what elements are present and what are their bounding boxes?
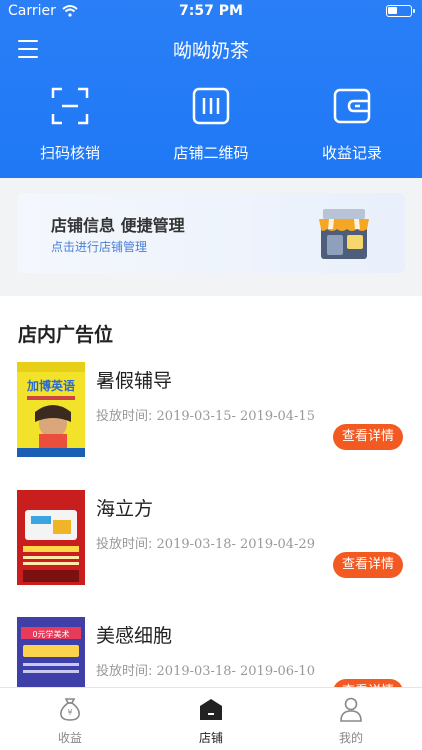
tab-bar: ¥ 收益 店铺 我的 [0, 687, 422, 750]
scan-verify-button[interactable]: 扫码核销 [10, 86, 130, 163]
ad-thumbnail[interactable] [17, 490, 85, 585]
ad-item: 加博英语 暑假辅导 投放时间: 2019-03-15- 2019-04-15 查… [0, 362, 422, 462]
battery-icon [386, 5, 415, 17]
shop-qrcode-button[interactable]: 店铺二维码 [151, 86, 271, 163]
ad-name: 美感细胞 [96, 625, 173, 647]
thumb-text: 0元学美术 [32, 629, 69, 639]
qrcode-icon [192, 87, 230, 125]
page-title: 呦呦奶茶 [172, 40, 249, 62]
tab-label: 收益 [57, 731, 82, 745]
shop-icon [200, 699, 222, 720]
ad-period: 投放时间: 2019-03-18- 2019-06-10 [96, 664, 315, 679]
tab-shop[interactable]: 店铺 [161, 696, 261, 746]
income-record-button[interactable]: 收益记录 [292, 86, 412, 163]
shop-info-card[interactable]: 店铺信息 便捷管理 点击进行店铺管理 [17, 193, 405, 273]
status-time: 7:57 PM [179, 3, 243, 19]
ad-thumbnail[interactable]: 加博英语 [17, 362, 85, 457]
ad-item: 海立方 投放时间: 2019-03-18- 2019-04-29 查看详情 [0, 490, 422, 590]
wallet-icon [333, 88, 371, 124]
shop-card-heading: 店铺信息 便捷管理 [51, 216, 185, 235]
action-label: 店铺二维码 [173, 144, 249, 162]
tab-label: 店铺 [198, 731, 223, 745]
section-title: 店内广告位 [18, 324, 114, 346]
store-icon [319, 209, 369, 259]
ad-section: 店内广告位 加博英语 暑假辅导 投放时间: 2019-03-15- 2019-0… [0, 296, 422, 712]
action-label: 扫码核销 [39, 144, 100, 162]
scan-icon [51, 87, 89, 125]
ad-name: 暑假辅导 [96, 370, 173, 392]
thumb-text: 加博英语 [26, 378, 75, 393]
header-area: Carrier 7:57 PM 呦呦奶茶 扫码核销 店铺二维码 收益记录 [0, 0, 422, 178]
status-bar: Carrier 7:57 PM [0, 0, 422, 22]
quick-actions: 扫码核销 店铺二维码 收益记录 [0, 86, 422, 166]
user-icon [340, 697, 362, 722]
action-label: 收益记录 [321, 144, 382, 162]
svg-text:¥: ¥ [67, 708, 72, 717]
tab-label: 我的 [338, 731, 363, 745]
money-bag-icon: ¥ [60, 698, 80, 721]
ad-period: 投放时间: 2019-03-18- 2019-04-29 [96, 537, 315, 552]
ad-period: 投放时间: 2019-03-15- 2019-04-15 [96, 409, 315, 424]
ad-name: 海立方 [96, 498, 154, 520]
view-details-button[interactable]: 查看详情 [333, 424, 403, 450]
tab-income[interactable]: ¥ 收益 [20, 696, 120, 746]
tab-mine[interactable]: 我的 [301, 696, 401, 746]
view-details-button[interactable]: 查看详情 [333, 552, 403, 578]
shop-card-subtitle: 点击进行店铺管理 [51, 240, 148, 254]
